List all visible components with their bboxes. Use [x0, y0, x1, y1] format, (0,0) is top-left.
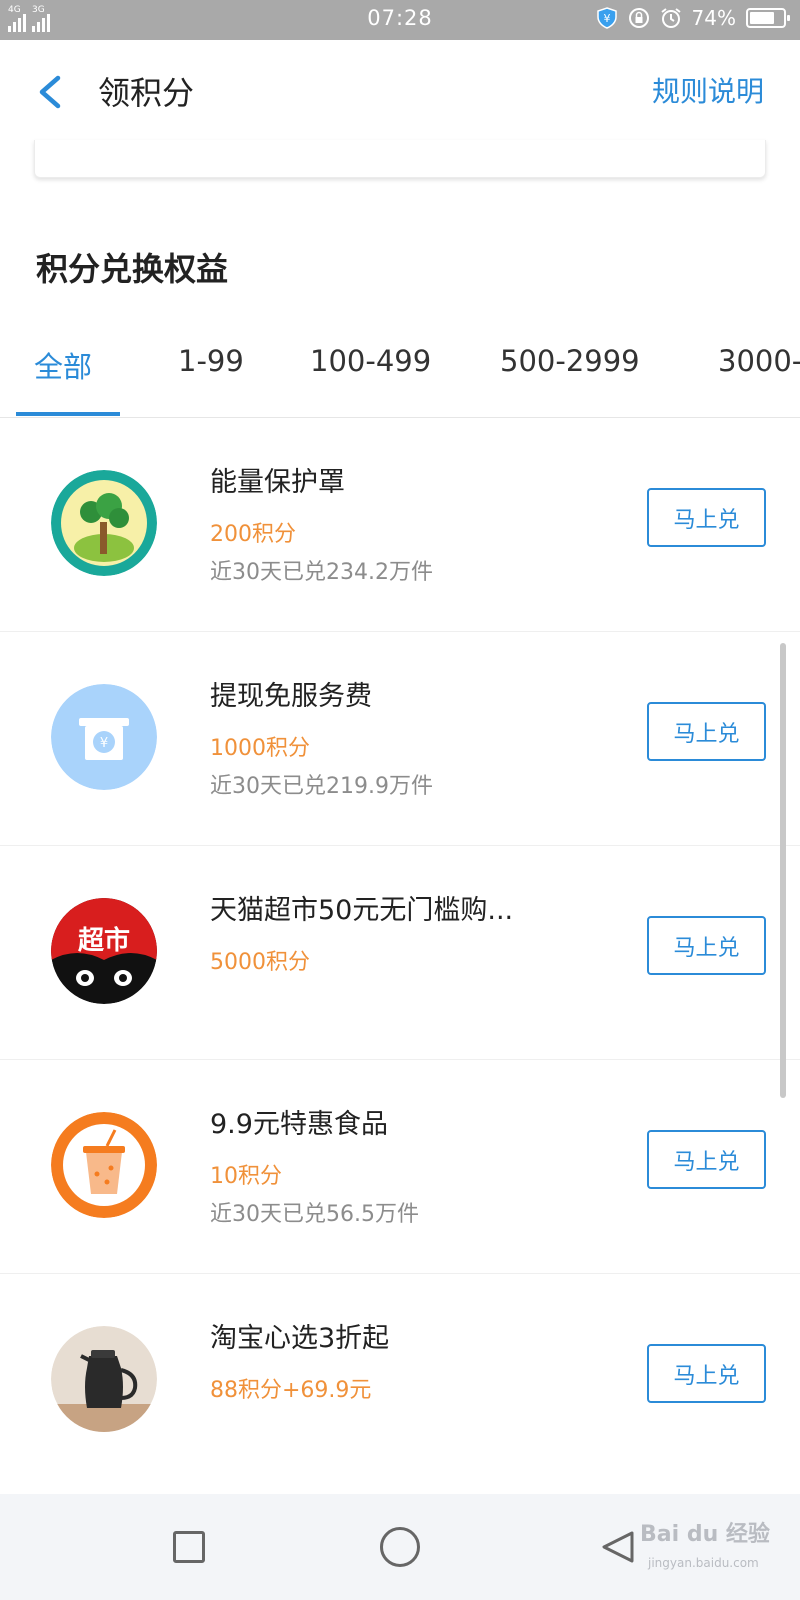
- item-name: 天猫超市50元无门槛购...: [210, 895, 514, 926]
- back-triangle-icon[interactable]: [598, 1527, 638, 1567]
- recent-apps-icon[interactable]: [173, 1531, 205, 1563]
- tree-icon: [51, 470, 157, 576]
- redeem-button[interactable]: 马上兑: [647, 702, 766, 761]
- watermark-logo: Bai du 经验: [640, 1522, 770, 1547]
- item-sold-count: 近30天已兑219.9万件: [210, 774, 433, 799]
- tab-100-499[interactable]: 100-499: [310, 344, 431, 378]
- system-nav-bar: Bai du 经验 jingyan.baidu.com: [0, 1494, 800, 1600]
- item-name: 提现免服务费: [210, 681, 372, 712]
- status-bar: 4G 3G 07:28 ¥ 74%: [0, 0, 800, 40]
- battery-percent: 74%: [691, 6, 736, 30]
- page-title: 领积分: [98, 74, 195, 112]
- alipay-shield-icon: ¥: [596, 7, 617, 29]
- item-name: 淘宝心选3折起: [210, 1323, 390, 1354]
- item-name: 9.9元特惠食品: [210, 1109, 388, 1140]
- item-points: 10积分: [210, 1164, 282, 1189]
- card-bottom-edge: [34, 140, 766, 178]
- tmall-supermarket-icon: 超市: [51, 898, 157, 1004]
- list-item[interactable]: 9.9元特惠食品 10积分 近30天已兑56.5万件 马上兑: [0, 1060, 800, 1274]
- watermark-url: jingyan.baidu.com: [648, 1556, 759, 1570]
- item-points: 1000积分: [210, 736, 310, 761]
- redeem-button[interactable]: 马上兑: [647, 488, 766, 547]
- scrollbar[interactable]: [780, 643, 786, 1098]
- battery-level: [750, 12, 774, 24]
- list-item[interactable]: 能量保护罩 200积分 近30天已兑234.2万件 马上兑: [0, 418, 800, 632]
- item-sold-count: 近30天已兑56.5万件: [210, 1202, 419, 1227]
- redeem-button[interactable]: 马上兑: [647, 1344, 766, 1403]
- item-points: 88积分+69.9元: [210, 1378, 372, 1403]
- tab-1-99[interactable]: 1-99: [178, 344, 244, 378]
- svg-text:¥: ¥: [100, 736, 108, 751]
- active-tab-indicator: [16, 412, 120, 416]
- svg-text:¥: ¥: [603, 12, 610, 25]
- range-tabs: 全部 1-99 100-499 500-2999 3000-: [0, 322, 800, 418]
- alarm-icon: [660, 8, 681, 28]
- item-points: 200积分: [210, 522, 296, 547]
- item-sold-count: 近30天已兑234.2万件: [210, 560, 433, 585]
- chevron-left-icon[interactable]: [30, 70, 70, 114]
- item-name: 能量保护罩: [210, 467, 345, 498]
- home-icon[interactable]: [380, 1527, 420, 1567]
- item-points: 5000积分: [210, 950, 310, 975]
- rules-link[interactable]: 规则说明: [652, 70, 764, 110]
- kettle-icon: [51, 1326, 157, 1432]
- drink-cup-icon: [51, 1112, 157, 1218]
- rewards-list: 能量保护罩 200积分 近30天已兑234.2万件 马上兑 ¥ 提现免服务费 1…: [0, 418, 800, 1488]
- section-title: 积分兑换权益: [36, 250, 229, 288]
- tab-all[interactable]: 全部: [34, 344, 92, 386]
- list-item[interactable]: 超市 天猫超市50元无门槛购... 5000积分 马上兑: [0, 846, 800, 1060]
- rotation-lock-icon: [628, 8, 649, 28]
- tab-500-2999[interactable]: 500-2999: [500, 344, 640, 378]
- list-item[interactable]: ¥ 提现免服务费 1000积分 近30天已兑219.9万件 马上兑: [0, 632, 800, 846]
- atm-yuan-icon: ¥: [51, 684, 157, 790]
- list-item[interactable]: 淘宝心选3折起 88积分+69.9元 马上兑: [0, 1274, 800, 1488]
- tab-3000-plus[interactable]: 3000-: [718, 344, 800, 378]
- redeem-button[interactable]: 马上兑: [647, 916, 766, 975]
- battery-icon: [746, 8, 790, 28]
- tmall-badge-text: 超市: [77, 926, 130, 956]
- app-header: 领积分 规则说明: [0, 40, 800, 140]
- redeem-button[interactable]: 马上兑: [647, 1130, 766, 1189]
